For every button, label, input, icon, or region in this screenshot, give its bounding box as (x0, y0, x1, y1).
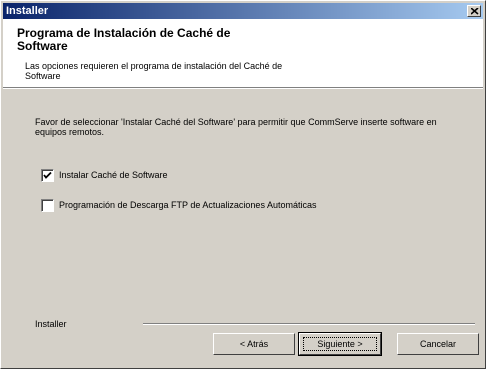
title-bar[interactable]: Installer (3, 3, 483, 19)
header-divider (3, 87, 483, 89)
next-button-label: Siguiente > (317, 339, 363, 349)
page-title: Programa de Instalación de Caché de Soft… (17, 26, 231, 53)
ftp-schedule-label[interactable]: Programación de Descarga FTP de Actualiz… (59, 200, 316, 211)
back-button[interactable]: < Atrás (213, 333, 295, 355)
back-button-label: < Atrás (239, 339, 269, 349)
header-panel: Programa de Instalación de Caché de Soft… (3, 19, 483, 87)
page-subtitle: Las opciones requieren el programa de in… (25, 61, 283, 81)
window-title: Installer (6, 5, 49, 17)
checkmark-icon (43, 171, 52, 179)
installer-window: Installer Programa de Instalación de Cac… (0, 0, 486, 369)
footer-divider (143, 323, 475, 325)
close-button[interactable] (467, 5, 481, 17)
instructions-text: Favor de seleccionar 'Instalar Caché del… (35, 117, 437, 137)
cancel-button-label: Cancelar (419, 339, 457, 349)
install-cache-label[interactable]: Instalar Caché de Software (59, 170, 168, 181)
close-icon (471, 8, 479, 15)
ftp-schedule-checkbox[interactable] (41, 199, 54, 212)
cancel-button[interactable]: Cancelar (397, 333, 479, 355)
footer-brand-label: Installer (35, 319, 67, 329)
next-button[interactable]: Siguiente > (298, 332, 382, 356)
install-cache-checkbox[interactable] (41, 169, 54, 182)
